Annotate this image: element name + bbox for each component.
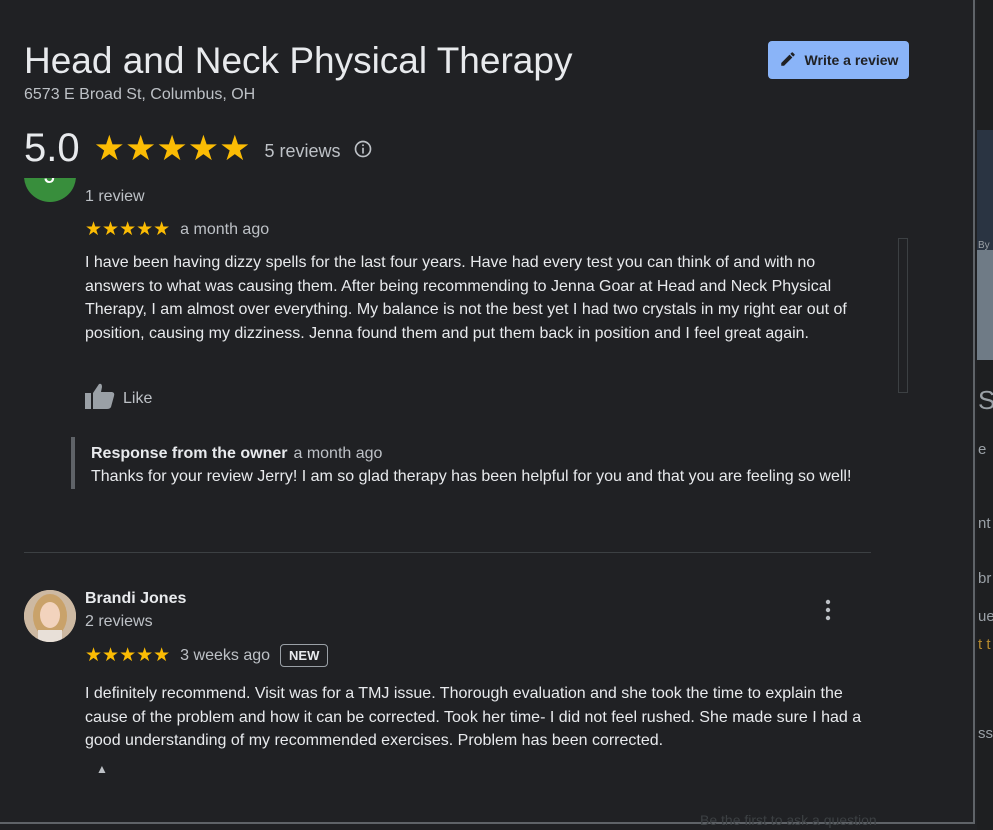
pencil-icon	[779, 50, 797, 71]
business-address: 6573 E Broad St, Columbus, OH	[24, 86, 256, 103]
scrollbar[interactable]	[898, 238, 908, 393]
background-page: By S e nt br ue t t ss	[977, 0, 993, 830]
review-text: I definitely recommend. Visit was for a …	[85, 685, 862, 749]
background-text: By	[978, 240, 990, 251]
review-time: a month ago	[180, 220, 270, 238]
background-text: S	[978, 385, 993, 415]
review-rating-row: ★★★★★ a month ago	[85, 218, 269, 241]
review-time: 3 weeks ago	[180, 646, 271, 664]
rating-stars: ★★★★★	[93, 129, 251, 168]
owner-response-text: Thanks for your review Jerry! I am so gl…	[91, 468, 852, 485]
avatar[interactable]: J	[24, 178, 76, 202]
owner-response-label: Response from the owner	[91, 445, 288, 462]
more-vert-icon	[825, 599, 831, 621]
background-text: nt	[978, 515, 991, 532]
divider	[24, 552, 871, 553]
background-image	[977, 130, 993, 250]
like-button[interactable]: Like	[85, 383, 152, 414]
new-badge: NEW	[280, 644, 329, 667]
more-options-button[interactable]	[818, 598, 838, 622]
overall-rating: 5.0 ★★★★★ 5 reviews	[24, 126, 373, 171]
review-rating-row: ★★★★★ 3 weeks ago NEW	[85, 644, 329, 667]
reviewer-meta: 1 review	[85, 188, 145, 205]
background-text: ss	[978, 725, 993, 742]
background-text: t t	[978, 636, 991, 653]
background-text: br	[978, 570, 992, 587]
review-stars: ★★★★★	[85, 645, 171, 666]
owner-response-header: Response from the owner a month ago	[91, 445, 871, 463]
owner-response-time: a month ago	[293, 445, 383, 462]
background-text: e	[978, 441, 987, 458]
review-text: I have been having dizzy spells for the …	[85, 254, 847, 342]
info-icon[interactable]	[353, 139, 373, 164]
reviews-list[interactable]: J 1 review ★★★★★ a month ago I have been…	[0, 178, 975, 818]
background-text: ue	[978, 608, 993, 625]
avatar[interactable]	[24, 590, 76, 642]
write-review-button[interactable]: Write a review	[768, 41, 909, 79]
chevron-up-icon: ▲	[96, 762, 108, 776]
like-label: Like	[123, 389, 153, 407]
review-stars: ★★★★★	[85, 219, 171, 240]
thumbs-up-icon	[85, 383, 115, 414]
background-image	[977, 250, 993, 360]
write-review-label: Write a review	[804, 52, 899, 68]
background-text: Be the first to ask a question	[700, 813, 877, 828]
reviews-count: 5 reviews	[264, 141, 341, 161]
owner-response: Response from the owner a month ago Thank…	[71, 437, 871, 489]
reviewer-meta: 2 reviews	[85, 613, 153, 630]
rating-value: 5.0	[24, 126, 80, 170]
business-title: Head and Neck Physical Therapy	[24, 40, 573, 81]
reviewer-name[interactable]: Brandi Jones	[85, 590, 186, 608]
reviews-dialog: Head and Neck Physical Therapy 6573 E Br…	[0, 0, 975, 824]
